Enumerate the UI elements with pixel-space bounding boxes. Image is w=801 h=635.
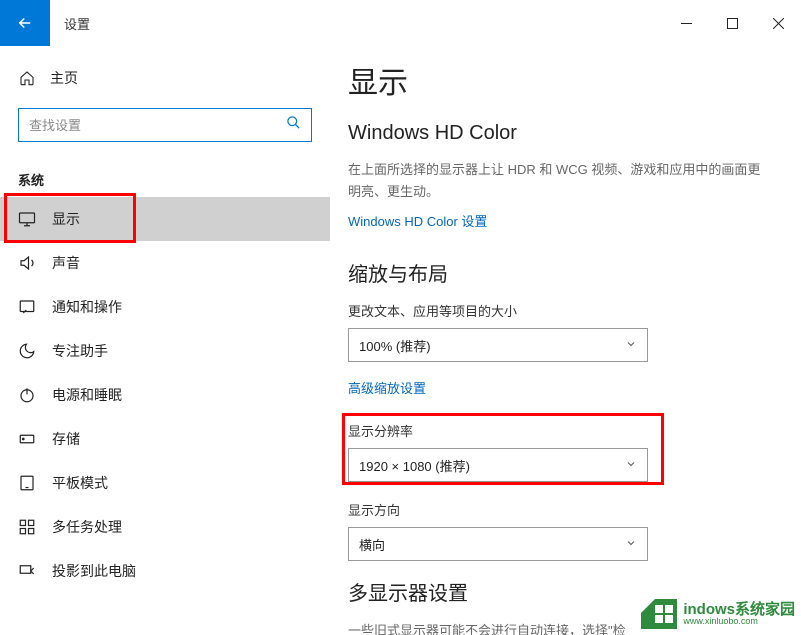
scale-select[interactable]: 100% (推荐) [348,328,648,362]
search-icon [286,115,301,135]
orientation-select[interactable]: 横向 [348,527,648,561]
close-button[interactable] [755,0,801,46]
chevron-down-icon [625,338,637,353]
sidebar-item-label: 多任务处理 [52,517,122,537]
project-icon [18,562,36,580]
watermark: indows系统家园 www.xinluobo.com [641,599,795,629]
display-icon [18,210,36,228]
search-box[interactable] [18,108,312,142]
resolution-label: 显示分辨率 [348,421,773,440]
orientation-label: 显示方向 [348,500,773,519]
sidebar-item-label: 声音 [52,253,80,273]
sidebar-item-project[interactable]: 投影到此电脑 [0,549,330,593]
scale-title: 缩放与布局 [348,258,773,287]
storage-icon [18,430,36,448]
advanced-scale-link[interactable]: 高级缩放设置 [348,378,426,397]
home-icon [18,69,36,87]
minimize-button[interactable] [663,0,709,46]
category-label: 系统 [0,156,330,197]
notifications-icon [18,298,36,316]
resolution-select[interactable]: 1920 × 1080 (推荐) [348,448,648,482]
sidebar-item-label: 通知和操作 [52,297,122,317]
home-label: 主页 [50,68,78,88]
main-content: 显示 Windows HD Color 在上面所选择的显示器上让 HDR 和 W… [330,46,801,635]
sound-icon [18,254,36,272]
titlebar: 设置 [0,0,801,46]
sidebar-item-tablet[interactable]: 平板模式 [0,461,330,505]
search-input[interactable] [29,118,286,133]
sidebar-item-label: 电源和睡眠 [52,385,122,405]
sidebar-item-label: 显示 [52,209,80,229]
sidebar-item-label: 平板模式 [52,473,108,493]
sidebar-item-multitask[interactable]: 多任务处理 [0,505,330,549]
resolution-value: 1920 × 1080 (推荐) [359,456,470,475]
scale-field-label: 更改文本、应用等项目的大小 [348,301,773,320]
watermark-brand: indows系统家园 www.xinluobo.com [683,602,795,626]
scale-value: 100% (推荐) [359,336,431,355]
chevron-down-icon [625,458,637,473]
sidebar-item-label: 投影到此电脑 [52,561,136,581]
sidebar-item-label: 专注助手 [52,341,108,361]
sidebar: 主页 系统 显示 声音 通知和操作 [0,46,330,635]
focus-icon [18,342,36,360]
home-link[interactable]: 主页 [0,58,330,98]
sidebar-item-storage[interactable]: 存储 [0,417,330,461]
sidebar-item-sound[interactable]: 声音 [0,241,330,285]
sidebar-item-focus[interactable]: 专注助手 [0,329,330,373]
hdcolor-link[interactable]: Windows HD Color 设置 [348,211,487,230]
sidebar-item-power[interactable]: 电源和睡眠 [0,373,330,417]
chevron-down-icon [625,537,637,552]
maximize-button[interactable] [709,0,755,46]
hdcolor-title: Windows HD Color [348,122,773,145]
orientation-value: 横向 [359,535,385,554]
power-icon [18,386,36,404]
back-button[interactable] [0,0,50,46]
multitask-icon [18,518,36,536]
window-title: 设置 [50,0,104,46]
sidebar-item-display[interactable]: 显示 [0,197,330,241]
page-title: 显示 [348,58,773,102]
sidebar-item-notifications[interactable]: 通知和操作 [0,285,330,329]
sidebar-item-label: 存储 [52,429,80,449]
watermark-logo-icon [641,599,677,629]
tablet-icon [18,474,36,492]
hdcolor-desc: 在上面所选择的显示器上让 HDR 和 WCG 视频、游戏和应用中的画面更明亮、更… [348,159,773,203]
